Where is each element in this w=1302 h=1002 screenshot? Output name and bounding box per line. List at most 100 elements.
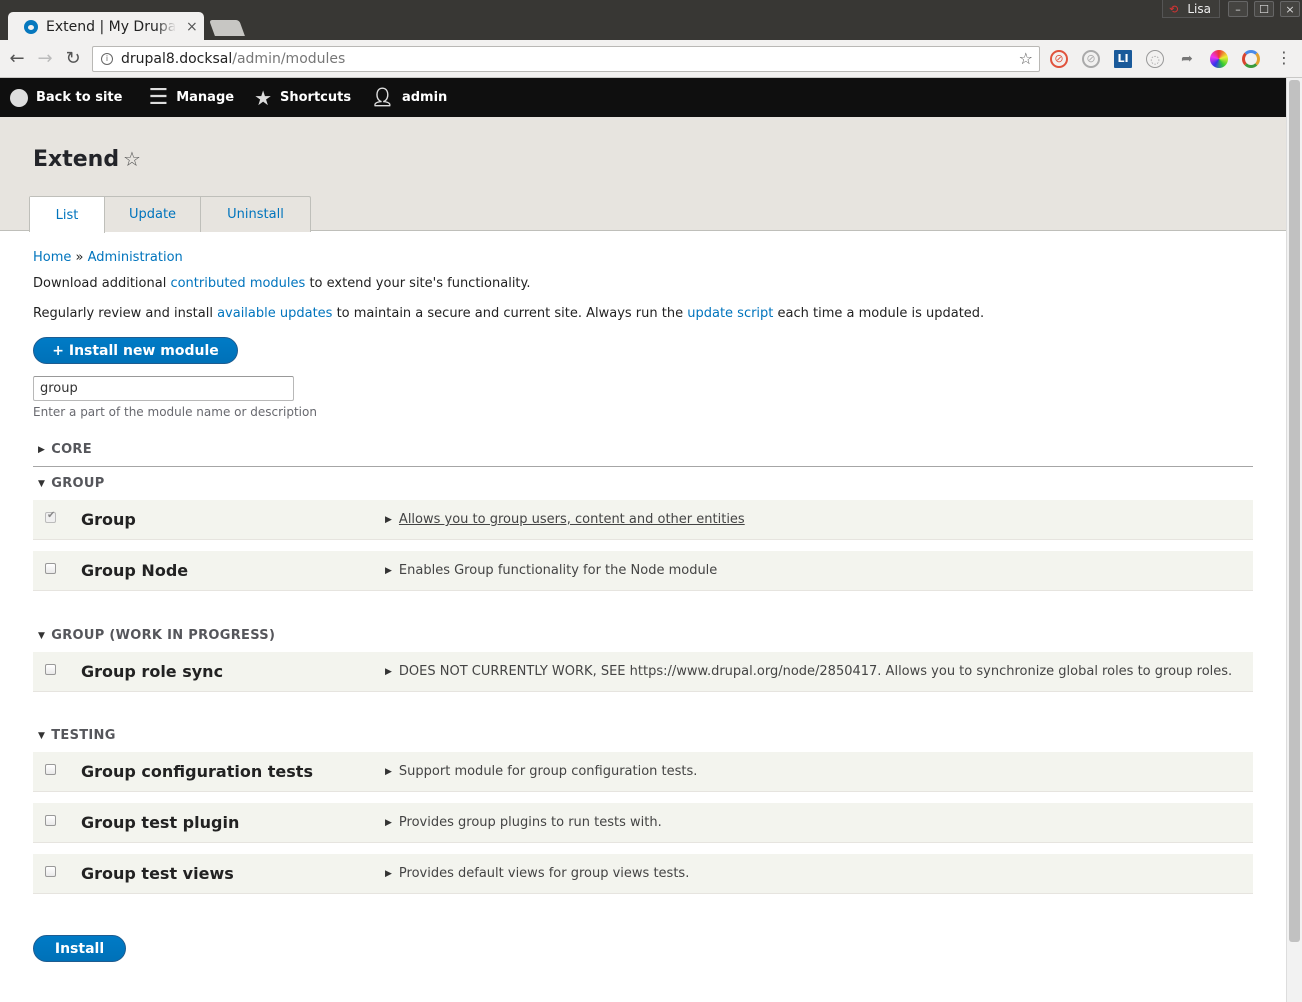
module-description: Provides group plugins to run tests with… bbox=[398, 815, 662, 830]
module-name: Group role sync bbox=[81, 662, 224, 681]
extension-li-icon[interactable]: LI bbox=[1114, 50, 1132, 68]
install-new-module-button[interactable]: + Install new module bbox=[33, 337, 238, 364]
expanded-triangle-icon: ▼ bbox=[38, 478, 46, 489]
tab-update[interactable]: Update bbox=[105, 197, 201, 232]
intro-paragraph-1: Download additional contributed modules … bbox=[33, 276, 531, 291]
close-window-button[interactable]: × bbox=[1280, 1, 1300, 17]
back-to-site-label: Back to site bbox=[36, 90, 123, 105]
package-group-toggle[interactable]: ▼ GROUP bbox=[38, 476, 105, 491]
star-icon: ★ bbox=[254, 85, 272, 110]
package-divider bbox=[33, 466, 1253, 467]
hamburger-icon: ☰ bbox=[148, 85, 169, 110]
url-path: /admin/modules bbox=[232, 51, 346, 67]
module-description-toggle[interactable]: ▶ Provides default views for group views … bbox=[385, 866, 689, 881]
intro-text: to maintain a secure and current site. A… bbox=[332, 306, 688, 321]
contributed-modules-link[interactable]: contributed modules bbox=[170, 276, 305, 291]
module-checkbox[interactable] bbox=[45, 563, 56, 574]
module-checkbox[interactable] bbox=[45, 764, 56, 775]
package-testing-toggle[interactable]: ▼ TESTING bbox=[38, 728, 116, 743]
back-to-site-link[interactable]: ◀ Back to site bbox=[0, 78, 132, 117]
reload-icon[interactable]: ↻ bbox=[62, 48, 84, 70]
package-core-toggle[interactable]: ▶ CORE bbox=[38, 442, 92, 457]
module-name: Group bbox=[81, 510, 136, 529]
extension-clock-icon[interactable]: ◌ bbox=[1146, 50, 1164, 68]
module-description-toggle[interactable]: ▶ Provides group plugins to run tests wit… bbox=[385, 815, 662, 830]
bookmark-star-icon[interactable]: ☆ bbox=[1019, 49, 1033, 68]
intro-text: to extend your site's functionality. bbox=[305, 276, 531, 291]
shortcuts-label: Shortcuts bbox=[280, 90, 352, 105]
tab-close-icon[interactable]: × bbox=[186, 19, 198, 35]
module-description-toggle[interactable]: ▶ Allows you to group users, content and … bbox=[385, 512, 745, 527]
tab-title: Extend | My Drupal bbox=[46, 19, 176, 35]
filter-description: Enter a part of the module name or descr… bbox=[33, 405, 317, 419]
module-name: Group test views bbox=[81, 864, 234, 883]
package-label: GROUP (WORK IN PROGRESS) bbox=[51, 628, 276, 643]
maximize-button[interactable]: ☐ bbox=[1254, 1, 1274, 17]
package-label: TESTING bbox=[51, 728, 116, 743]
breadcrumb: Home » Administration bbox=[33, 250, 183, 265]
extension-gray-icon[interactable]: ⊘ bbox=[1082, 50, 1100, 68]
collapsed-triangle-icon: ▶ bbox=[38, 444, 46, 455]
address-bar[interactable]: i drupal8.docksal/admin/modules ☆ bbox=[92, 46, 1040, 72]
extension-color-icon[interactable] bbox=[1210, 50, 1228, 68]
breadcrumb-home[interactable]: Home bbox=[33, 250, 71, 265]
intro-text: Regularly review and install bbox=[33, 306, 218, 321]
scrollbar-thumb[interactable] bbox=[1289, 80, 1300, 942]
expanded-triangle-icon: ▼ bbox=[38, 630, 46, 641]
intro-paragraph-2: Regularly review and install available u… bbox=[33, 306, 984, 321]
back-arrow-icon[interactable]: ← bbox=[6, 48, 28, 70]
manage-label: Manage bbox=[176, 90, 235, 105]
new-tab-button[interactable] bbox=[209, 20, 245, 36]
shortcut-star-icon[interactable]: ☆ bbox=[123, 147, 141, 171]
module-checkbox[interactable] bbox=[45, 510, 56, 523]
module-row: Group ▶ Allows you to group users, conten… bbox=[33, 500, 1253, 540]
expand-triangle-icon: ▶ bbox=[385, 514, 392, 525]
module-description: Support module for group configuration t… bbox=[398, 764, 698, 779]
user-label: admin bbox=[401, 90, 448, 105]
user-link[interactable]: 👤︎ admin bbox=[361, 78, 457, 117]
module-checkbox[interactable] bbox=[45, 815, 56, 826]
browser-titlebar: Extend | My Drupal × ⟲ Lisa – ☐ × bbox=[0, 0, 1302, 42]
breadcrumb-administration[interactable]: Administration bbox=[88, 250, 183, 265]
expand-triangle-icon: ▶ bbox=[385, 817, 392, 828]
package-label: CORE bbox=[51, 442, 92, 457]
extension-ring-icon[interactable] bbox=[1242, 50, 1260, 68]
shortcuts-link[interactable]: ★ Shortcuts bbox=[244, 78, 361, 117]
tab-uninstall[interactable]: Uninstall bbox=[201, 197, 310, 232]
update-script-link[interactable]: update script bbox=[687, 306, 773, 321]
browser-tab[interactable]: Extend | My Drupal × bbox=[8, 12, 204, 42]
module-description-toggle[interactable]: ▶ Support module for group configuration … bbox=[385, 764, 697, 779]
module-filter-input[interactable] bbox=[33, 376, 294, 401]
drupal-favicon-icon bbox=[24, 20, 38, 34]
module-description: Allows you to group users, content and o… bbox=[398, 512, 745, 527]
module-row: Group Node ▶ Enables Group functionality … bbox=[33, 551, 1253, 591]
drupal-admin-toolbar: ◀ Back to site ☰ Manage ★ Shortcuts 👤︎ a… bbox=[0, 78, 1286, 117]
back-circle-icon: ◀ bbox=[10, 88, 28, 107]
minimize-button[interactable]: – bbox=[1228, 1, 1248, 17]
tab-list[interactable]: List bbox=[30, 197, 105, 233]
module-description-toggle[interactable]: ▶ Enables Group functionality for the Nod… bbox=[385, 563, 717, 578]
info-icon[interactable]: i bbox=[101, 53, 113, 65]
module-row: Group configuration tests ▶ Support modul… bbox=[33, 752, 1253, 792]
module-name: Group test plugin bbox=[81, 813, 240, 832]
manage-link[interactable]: ☰ Manage bbox=[132, 78, 244, 117]
browser-menu-icon[interactable]: ⋮ bbox=[1276, 48, 1292, 67]
package-group-wip-toggle[interactable]: ▼ GROUP (WORK IN PROGRESS) bbox=[38, 628, 275, 643]
expand-triangle-icon: ▶ bbox=[385, 868, 392, 879]
module-name: Group Node bbox=[81, 561, 189, 580]
extension-arrow-icon[interactable]: ➦ bbox=[1178, 50, 1196, 68]
available-updates-link[interactable]: available updates bbox=[217, 306, 332, 321]
expand-triangle-icon: ▶ bbox=[385, 666, 392, 677]
forward-arrow-icon[interactable]: → bbox=[34, 48, 56, 70]
profile-button[interactable]: ⟲ Lisa bbox=[1162, 0, 1220, 18]
module-description: Enables Group functionality for the Node… bbox=[398, 563, 718, 578]
intro-text: each time a module is updated. bbox=[773, 306, 985, 321]
module-description-toggle[interactable]: ▶ DOES NOT CURRENTLY WORK, SEE https://ww… bbox=[385, 664, 1232, 679]
page-header: Extend ☆ List Update Uninstall bbox=[0, 117, 1286, 233]
install-button[interactable]: Install bbox=[33, 935, 126, 962]
extension-red-icon[interactable]: ⊘ bbox=[1050, 50, 1068, 68]
module-checkbox[interactable] bbox=[45, 866, 56, 877]
module-checkbox[interactable] bbox=[45, 664, 56, 675]
breadcrumb-separator: » bbox=[75, 250, 84, 265]
browser-toolbar: ← → ↻ i drupal8.docksal/admin/modules ☆ … bbox=[0, 40, 1302, 78]
